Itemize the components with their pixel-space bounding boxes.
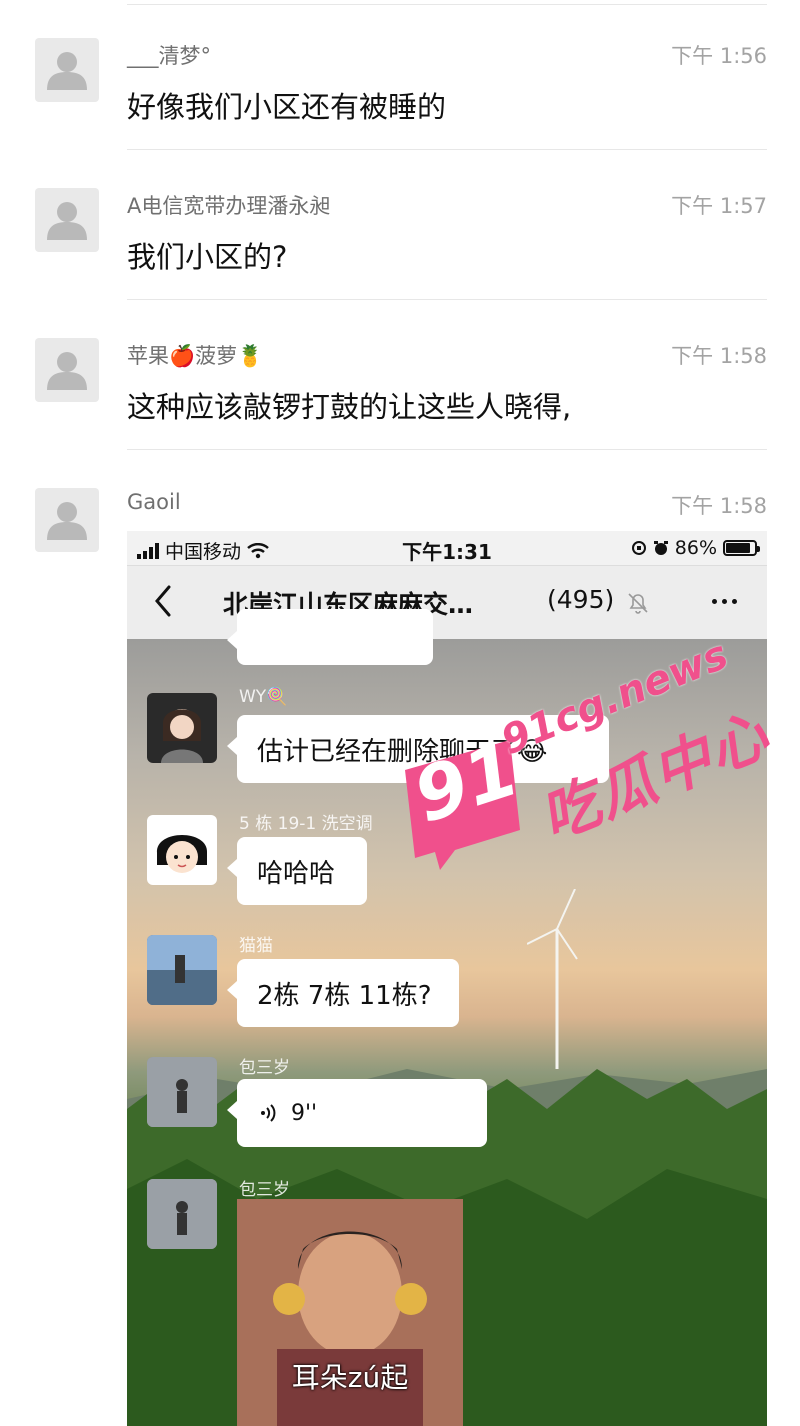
message-text: 估计已经在删除聊天了😂 [257,736,548,767]
comment-nickname[interactable]: Gaoil [127,490,181,514]
orientation-lock-icon [631,541,646,555]
comment-time: 下午 1:57 [671,194,767,218]
more-options-icon[interactable] [712,599,737,604]
avatar-child-photo[interactable] [147,1057,217,1127]
comment-image[interactable]: 中国移动 下午1:31 86% 北岸江山东区麻麻交… (495) WY🍭 估计已… [127,531,767,1426]
message-text: 2栋 7栋 11栋? [257,980,432,1011]
default-avatar-icon[interactable] [35,338,99,402]
avatar-girl[interactable] [147,693,217,763]
message-bubble[interactable]: 2栋 7栋 11栋? [227,959,459,1027]
voice-message-bubble[interactable]: 9'' [227,1079,487,1147]
sticker-caption: 耳朵zú起 [291,1361,409,1394]
header-divider [127,565,767,566]
comment-item: A电信宽带办理潘永昶 下午 1:57 我们小区的? [0,150,800,300]
message-bubble-partial[interactable] [227,609,433,665]
battery-percent: 86% [674,537,717,559]
voice-wave-icon [261,1104,276,1122]
comment-text: 我们小区的? [127,240,288,274]
comment-text: 这种应该敲锣打鼓的让这些人晓得, [127,390,572,424]
chat-header: 北岸江山东区麻麻交… (495) [127,565,767,639]
comment-text: 好像我们小区还有被睡的 [127,90,447,124]
sticker-image[interactable]: 耳朵zú起 [237,1199,463,1426]
default-avatar-icon[interactable] [35,188,99,252]
message-bubble[interactable]: 估计已经在删除聊天了😂 [227,715,609,783]
voice-duration: 9'' [291,1100,318,1126]
mute-bell-icon [628,593,648,614]
comment-item: ___清梦° 下午 1:56 好像我们小区还有被睡的 [0,0,800,150]
avatar-child-photo[interactable] [147,1179,217,1249]
message-sender: 5 栋 19-1 洗空调 [239,814,373,834]
comment-nickname[interactable]: ___清梦° [127,40,211,70]
comment-time: 下午 1:58 [671,494,767,518]
message-sender: 包三岁 [239,1058,290,1078]
comment-nickname[interactable]: A电信宽带办理潘永昶 [127,190,330,220]
status-bar: 中国移动 下午1:31 86% [127,531,767,565]
comment-time: 下午 1:58 [671,344,767,368]
back-arrow-icon[interactable] [149,583,179,619]
message-text: 哈哈哈 [257,858,336,889]
message-sender: 猫猫 [239,936,273,956]
avatar-cartoon[interactable] [147,815,217,885]
alarm-icon [653,541,668,555]
comment-time: 下午 1:56 [671,44,767,68]
message-bubble[interactable]: 哈哈哈 [227,837,367,905]
default-avatar-icon[interactable] [35,488,99,552]
default-avatar-icon[interactable] [35,38,99,102]
message-sender: 包三岁 [239,1180,290,1200]
avatar-photo[interactable] [147,935,217,1005]
battery-icon [723,540,760,556]
message-sender: WY🍭 [239,687,288,707]
comment-item: 苹果🍎菠萝🍍 下午 1:58 这种应该敲锣打鼓的让这些人晓得, [0,300,800,450]
comment-nickname[interactable]: 苹果🍎菠萝🍍 [127,340,263,370]
member-count: (495) [547,585,615,614]
